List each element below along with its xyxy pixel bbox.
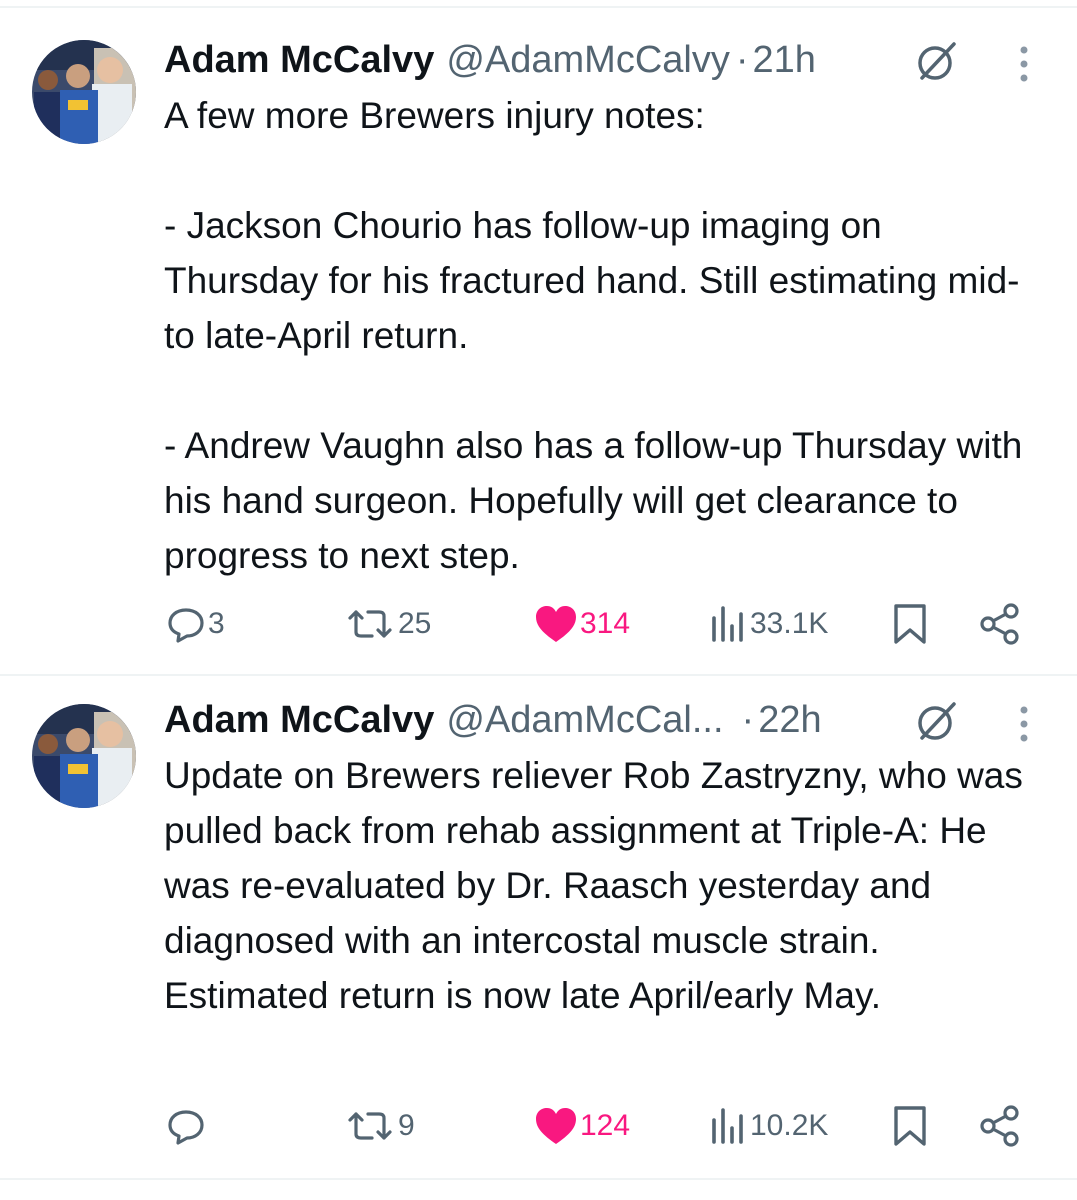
repost-button[interactable]: 9: [344, 1096, 415, 1156]
like-count: 124: [580, 1109, 631, 1142]
views-button[interactable]: 33.1K: [708, 594, 828, 654]
bookmark-icon: [890, 1104, 930, 1148]
reply-icon: [166, 604, 206, 644]
more-icon[interactable]: [1004, 42, 1044, 86]
tweet[interactable]: Adam McCalvy @AdamMcCal... · 22h Update …: [0, 676, 1077, 1176]
views-icon: [708, 1106, 748, 1146]
bookmark-button[interactable]: [890, 1096, 930, 1156]
share-icon: [978, 1104, 1022, 1148]
reply-button[interactable]: 3: [166, 594, 225, 654]
tweet-header: Adam McCalvy @AdamMcCalvy · 21h: [164, 36, 816, 84]
views-icon: [708, 604, 748, 644]
repost-icon: [344, 1106, 396, 1146]
heart-icon: [534, 604, 578, 644]
like-button[interactable]: 314: [534, 594, 630, 654]
author-handle[interactable]: @AdamMcCalvy: [446, 36, 730, 84]
tweet[interactable]: Adam McCalvy @AdamMcCalvy · 21h A few mo…: [0, 8, 1077, 672]
grok-icon[interactable]: [912, 698, 960, 746]
grok-icon[interactable]: [912, 38, 960, 86]
author-handle[interactable]: @AdamMcCal...: [446, 696, 723, 744]
views-button[interactable]: 10.2K: [708, 1096, 828, 1156]
separator-dot: ·: [735, 39, 749, 81]
tweet-text: Update on Brewers reliever Rob Zastryzny…: [164, 755, 1023, 1016]
reply-icon: [166, 1106, 206, 1146]
reply-button[interactable]: [166, 1096, 208, 1156]
author-name[interactable]: Adam McCalvy: [164, 696, 434, 744]
tweet-text: A few more Brewers injury notes: - Jacks…: [164, 95, 1023, 576]
bookmark-icon: [890, 602, 930, 646]
repost-icon: [344, 604, 396, 644]
tweet-actions: 3 25 314 33.1K: [0, 594, 1077, 654]
bookmark-button[interactable]: [890, 594, 930, 654]
views-count: 10.2K: [750, 1109, 829, 1142]
repost-count: 9: [398, 1109, 415, 1142]
more-icon[interactable]: [1004, 702, 1044, 746]
like-button[interactable]: 124: [534, 1096, 630, 1156]
share-icon: [978, 602, 1022, 646]
avatar[interactable]: [32, 40, 136, 144]
views-count: 33.1K: [750, 607, 829, 640]
bottom-divider: [0, 1178, 1077, 1180]
tweet-header: Adam McCalvy @AdamMcCal... · 22h: [164, 696, 822, 744]
repost-count: 25: [398, 607, 432, 640]
timestamp[interactable]: 22h: [758, 696, 821, 744]
heart-icon: [534, 1106, 578, 1146]
reply-count: 3: [208, 607, 225, 640]
tweet-actions: 9 124 10.2K: [0, 1096, 1077, 1156]
share-button[interactable]: [978, 594, 1022, 654]
separator-dot: ·: [741, 699, 755, 741]
like-count: 314: [580, 607, 631, 640]
share-button[interactable]: [978, 1096, 1022, 1156]
author-name[interactable]: Adam McCalvy: [164, 36, 434, 84]
repost-button[interactable]: 25: [344, 594, 431, 654]
avatar[interactable]: [32, 704, 136, 808]
timestamp[interactable]: 21h: [753, 36, 816, 84]
